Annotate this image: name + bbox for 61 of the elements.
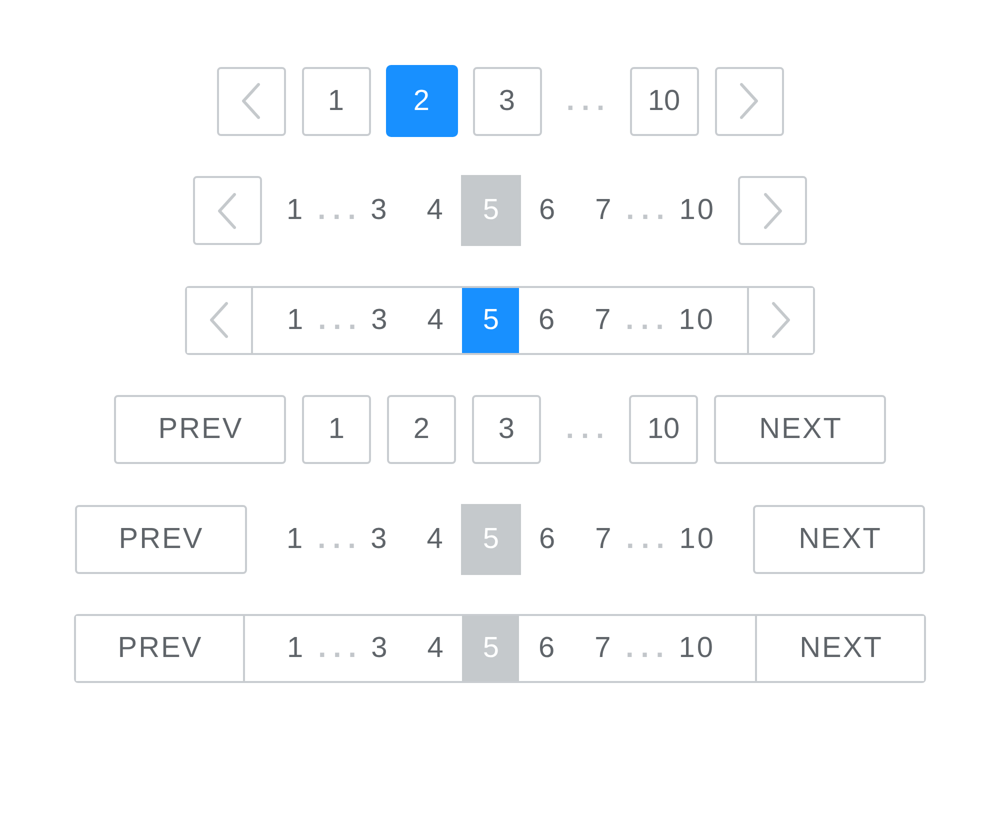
prev-button[interactable]: PREV <box>74 504 247 574</box>
page-button[interactable]: 6 <box>530 517 564 561</box>
prev-button[interactable] <box>187 288 254 352</box>
next-button[interactable]: NEXT <box>714 395 886 464</box>
page-button[interactable]: 3 <box>363 616 396 681</box>
page-button[interactable]: 7 <box>587 188 620 232</box>
ellipsis: ... <box>317 302 364 338</box>
page-button[interactable]: 1 <box>279 616 312 681</box>
ellipsis: ... <box>316 194 363 227</box>
page-button[interactable]: 10 <box>671 517 722 561</box>
page-button[interactable]: 3 <box>472 395 541 464</box>
page-button[interactable]: 10 <box>670 616 721 681</box>
page-button[interactable]: 1 <box>302 66 370 136</box>
chevron-right-icon <box>772 302 790 338</box>
page-button[interactable]: 10 <box>630 66 698 136</box>
prev-button[interactable] <box>192 176 262 245</box>
ellipsis: ... <box>564 413 611 446</box>
chevron-right-icon <box>764 192 782 228</box>
next-button[interactable] <box>746 288 813 352</box>
page-button[interactable]: 7 <box>586 288 619 352</box>
page-button[interactable]: 2 <box>387 395 456 464</box>
page-button[interactable]: 7 <box>587 517 620 561</box>
page-button[interactable]: 4 <box>418 188 451 232</box>
page-button[interactable]: 5 <box>462 288 520 352</box>
ellipsis: ... <box>624 631 671 666</box>
page-button[interactable]: 6 <box>530 616 563 681</box>
page-button[interactable]: 6 <box>530 288 563 352</box>
chevron-right-icon <box>740 83 758 119</box>
page-button[interactable]: 4 <box>419 616 452 681</box>
next-button[interactable] <box>714 66 784 136</box>
page-button[interactable]: 7 <box>586 616 619 681</box>
ellipsis: ... <box>316 522 363 556</box>
chevron-left-icon <box>242 83 260 119</box>
next-button[interactable] <box>738 176 808 245</box>
next-button[interactable]: NEXT <box>754 616 924 681</box>
ellipsis: ... <box>317 631 364 666</box>
next-button[interactable]: NEXT <box>753 504 926 574</box>
page-button[interactable]: 4 <box>419 288 452 352</box>
page-button[interactable]: 3 <box>362 188 395 232</box>
prev-button[interactable] <box>216 66 286 136</box>
page-button[interactable]: 2 <box>386 65 458 137</box>
page-button[interactable]: 10 <box>629 395 698 464</box>
page-button[interactable]: 3 <box>362 517 395 561</box>
ellipsis: ... <box>625 194 672 227</box>
ellipsis: ... <box>624 302 671 338</box>
chevron-left-icon <box>218 192 236 228</box>
page-button[interactable]: 1 <box>278 517 311 561</box>
page-button[interactable]: 6 <box>530 188 564 232</box>
page-button[interactable]: 4 <box>418 517 451 561</box>
chevron-left-icon <box>210 302 228 338</box>
prev-button[interactable]: PREV <box>114 395 286 464</box>
prev-button[interactable]: PREV <box>76 616 246 681</box>
page-button[interactable]: 10 <box>671 188 722 232</box>
page-button[interactable]: 1 <box>279 288 312 352</box>
page-button[interactable]: 1 <box>278 188 311 232</box>
page-button[interactable]: 3 <box>363 288 396 352</box>
page-button[interactable]: 1 <box>302 395 371 464</box>
page-button[interactable]: 10 <box>670 288 721 352</box>
ellipsis: ... <box>565 84 612 118</box>
page-button[interactable]: 3 <box>472 66 542 136</box>
ellipsis: ... <box>625 522 672 556</box>
